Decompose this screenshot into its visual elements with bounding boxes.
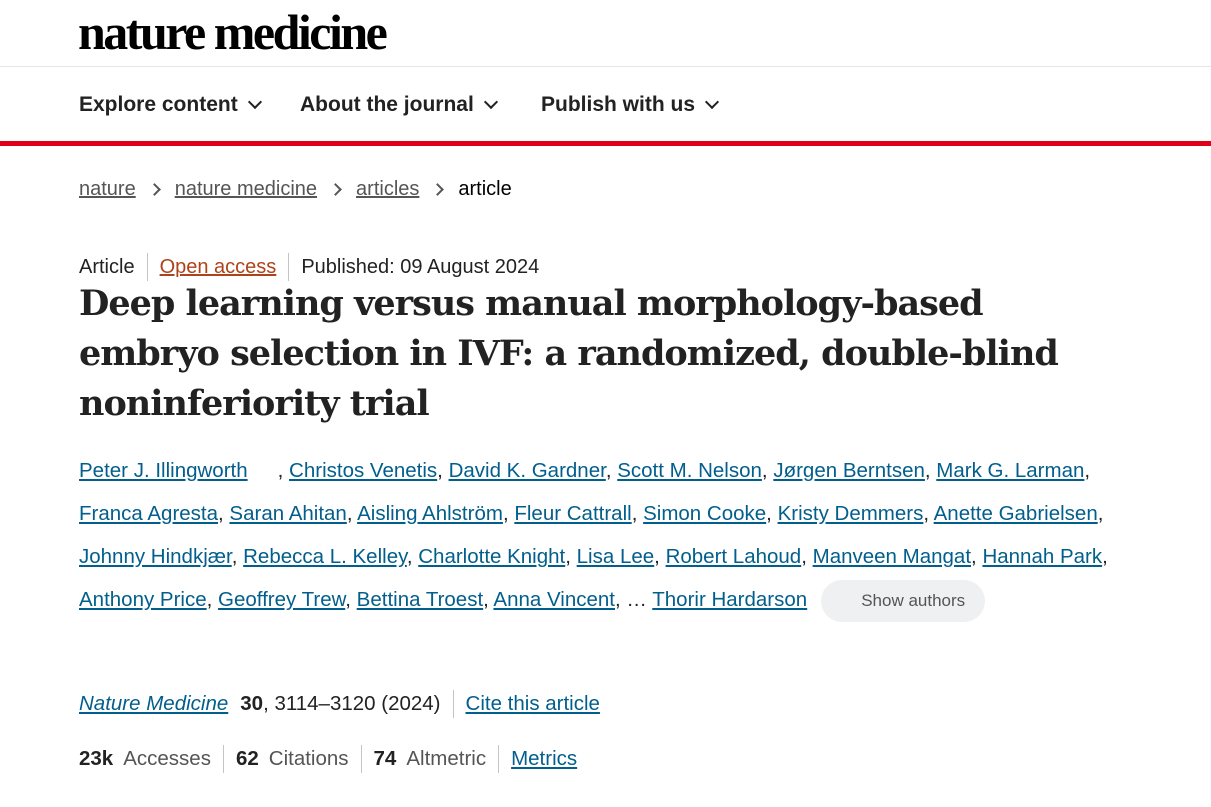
article-meta: Article Open access Published: 09 August… <box>79 253 539 281</box>
journal-logo[interactable]: nature medicine <box>78 6 388 58</box>
author-link[interactable]: Peter J. Illingworth <box>79 459 248 482</box>
article-metrics: 23k Accesses 62 Citations 74 Altmetric M… <box>79 745 577 773</box>
journal-link[interactable]: Nature Medicine <box>79 692 228 715</box>
nav-label: Publish with us <box>541 93 696 116</box>
author-link[interactable]: Manveen Mangat <box>813 545 971 568</box>
author-link[interactable]: Rebecca L. Kelley <box>243 545 407 568</box>
divider <box>360 745 362 773</box>
author-link[interactable]: Christos Venetis <box>289 459 437 482</box>
nav-about-journal[interactable]: About the journal <box>300 93 498 117</box>
breadcrumb-current: article <box>458 178 512 200</box>
breadcrumb: nature nature medicine articles article <box>79 178 512 201</box>
chevron-right-icon <box>329 183 342 196</box>
chevron-right-icon <box>147 183 161 196</box>
breadcrumb-nature-medicine[interactable]: nature medicine <box>175 178 317 201</box>
author-link[interactable]: David K. Gardner <box>449 459 606 482</box>
divider <box>288 253 290 281</box>
author-link[interactable]: Hannah Park <box>982 545 1102 568</box>
nav-divider <box>0 141 1211 146</box>
altmetric-label: Altmetric <box>406 747 487 770</box>
nav-label: Explore content <box>79 93 238 116</box>
author-list: Peter J. Illingworth, Christos Venetis, … <box>79 449 1119 622</box>
site-header: nature medicine <box>0 0 1211 67</box>
citations-label: Citations <box>268 747 349 770</box>
author-link[interactable]: Anna Vincent <box>493 588 615 611</box>
accesses-count: 23k <box>79 747 114 770</box>
author-link[interactable]: Franca Agresta <box>79 502 218 525</box>
nav-explore-content[interactable]: Explore content <box>79 93 262 117</box>
volume: 30 <box>240 692 264 715</box>
author-link[interactable]: Kristy Demmers <box>778 502 924 525</box>
chevron-down-icon <box>483 94 498 110</box>
chevron-down-icon <box>247 94 262 110</box>
nav-label: About the journal <box>300 93 474 116</box>
author-link[interactable]: Johnny Hindkjær <box>79 545 232 568</box>
author-link[interactable]: Geoffrey Trew <box>218 588 345 611</box>
cite-article-link[interactable]: Cite this article <box>466 692 600 716</box>
author-ellipsis: … <box>626 588 647 611</box>
author-link[interactable]: Simon Cooke <box>643 502 766 525</box>
chevron-right-icon <box>431 183 445 196</box>
author-link[interactable]: Saran Ahitan <box>229 502 346 525</box>
author-link[interactable]: Anthony Price <box>79 588 207 611</box>
author-link[interactable]: Charlotte Knight <box>418 545 565 568</box>
breadcrumb-nature[interactable]: nature <box>79 178 136 201</box>
article-title: Deep learning versus manual morphology-b… <box>79 283 1059 424</box>
author-link[interactable]: Mark G. Larman <box>936 459 1084 482</box>
citation-line: Nature Medicine 30 , 3114–3120 (2024) Ci… <box>79 690 600 718</box>
author-link[interactable]: Lisa Lee <box>577 545 655 568</box>
divider <box>452 690 454 718</box>
author-link[interactable]: Bettina Troest <box>357 588 483 611</box>
metrics-link[interactable]: Metrics <box>511 747 577 771</box>
pages: , 3114–3120 (2024) <box>263 692 441 715</box>
published-date: Published: 09 August 2024 <box>301 255 540 278</box>
article-type: Article <box>79 255 135 278</box>
show-authors-button[interactable]: Show authors <box>821 579 986 622</box>
author-link[interactable]: Jørgen Berntsen <box>773 459 925 482</box>
divider <box>146 253 148 281</box>
chevron-down-icon <box>704 94 720 110</box>
author-link[interactable]: Aisling Ahlström <box>357 502 503 525</box>
author-link[interactable]: Anette Gabrielsen <box>934 502 1098 525</box>
author-link[interactable]: Robert Lahoud <box>666 545 802 568</box>
author-link[interactable]: Scott M. Nelson <box>617 459 762 482</box>
author-link[interactable]: Fleur Cattrall <box>514 502 631 525</box>
altmetric-score: 74 <box>373 747 397 770</box>
open-access-link[interactable]: Open access <box>160 256 277 279</box>
divider <box>498 745 500 773</box>
nav-publish-with-us[interactable]: Publish with us <box>541 93 720 117</box>
divider <box>222 745 224 773</box>
main-nav: Explore content About the journal Publis… <box>0 67 1211 141</box>
citations-count: 62 <box>235 747 259 770</box>
accesses-label: Accesses <box>123 747 211 770</box>
author-link[interactable]: Thorir Hardarson <box>652 588 807 611</box>
breadcrumb-articles[interactable]: articles <box>356 178 419 201</box>
